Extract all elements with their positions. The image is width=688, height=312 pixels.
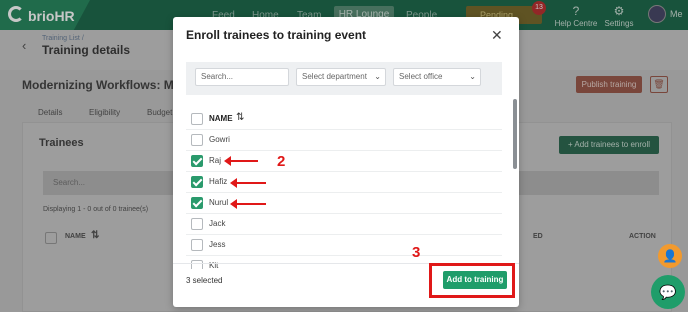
checkbox[interactable] — [191, 239, 203, 251]
checkbox-checked[interactable] — [191, 197, 203, 209]
search-input[interactable]: Search... — [195, 68, 289, 86]
trainee-name: Nurul — [209, 198, 229, 207]
select-all-checkbox[interactable] — [191, 113, 203, 125]
trainee-name: Hafiz — [209, 177, 228, 186]
selected-count: 3 selected — [186, 276, 223, 285]
trainee-name: Gowri — [209, 135, 230, 144]
support-person-button[interactable]: 👤 — [658, 244, 682, 268]
annotation-arrow-raj — [224, 156, 258, 166]
trainee-row[interactable]: Gowri — [186, 130, 502, 151]
name-column-header[interactable]: NAME — [209, 114, 233, 123]
department-placeholder: Select department — [302, 72, 367, 81]
trainee-row[interactable]: Jess — [186, 235, 502, 256]
checkbox[interactable] — [191, 218, 203, 230]
checkbox-checked[interactable] — [191, 176, 203, 188]
trainee-name: Jack — [209, 219, 226, 228]
annotation-highlight-box — [429, 263, 515, 298]
trainee-list-header: NAME ⇅ — [186, 109, 502, 130]
trainee-list: NAME ⇅ Gowri Raj Hafiz Nurul Jack Jess Kit — [186, 109, 512, 269]
office-select[interactable]: Select office ⌄ — [393, 68, 481, 86]
annotation-arrow-nurul — [230, 199, 266, 209]
checkbox-checked[interactable] — [191, 155, 203, 167]
trainee-name: Raj — [209, 156, 222, 165]
annotation-step-3: 3 — [412, 244, 421, 261]
search-placeholder: Search... — [201, 72, 234, 81]
filter-bar: Search... Select department ⌄ Select off… — [186, 62, 502, 95]
close-icon[interactable]: ✕ — [491, 27, 503, 44]
chat-bubble-icon: 💬 — [659, 284, 677, 300]
trainee-row[interactable]: Jack — [186, 214, 502, 235]
sort-icon[interactable]: ⇅ — [236, 112, 244, 123]
checkbox[interactable] — [191, 260, 203, 269]
chevron-down-icon: ⌄ — [469, 72, 476, 81]
trainee-name: Jess — [209, 240, 226, 249]
chat-button[interactable]: 💬 — [651, 275, 685, 309]
modal-title: Enroll trainees to training event — [186, 28, 367, 42]
annotation-arrow-hafiz — [230, 178, 266, 188]
checkbox[interactable] — [191, 134, 203, 146]
person-icon: 👤 — [662, 249, 678, 263]
department-select[interactable]: Select department ⌄ — [296, 68, 386, 86]
chevron-down-icon: ⌄ — [374, 72, 381, 81]
scrollbar[interactable] — [513, 99, 517, 169]
annotation-step-2: 2 — [277, 153, 286, 170]
office-placeholder: Select office — [399, 72, 443, 81]
